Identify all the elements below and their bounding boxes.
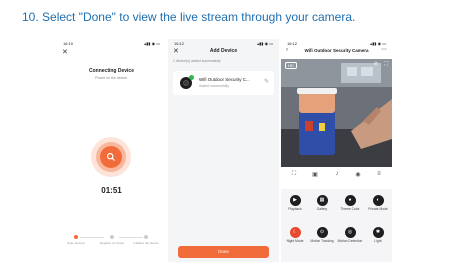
close-icon[interactable]: ✕ [62,48,68,56]
feature-motion-detection[interactable]: ◎ Motion Detection [337,227,363,244]
step-dot [74,235,78,239]
countdown-timer: 01:51 [101,186,122,195]
feature-label: Motion Detection [337,239,363,243]
feature-label: Theme Color [340,207,360,211]
playback-icon: ▶ [289,195,301,206]
status-bar: 16:12 ▴▮▮ ◉ ▭ [287,41,386,47]
step-label: Register on Cloud [99,241,124,245]
step-label: Initialize the device [133,241,159,245]
gallery-icon: ▦ [316,195,328,206]
palette-icon: ● [344,195,356,206]
feature-motion-tracking[interactable]: ⊙ Motion Tracking [309,227,335,244]
feature-label: Motion Tracking [310,239,334,243]
device-card[interactable]: Wifi Outdoor Security C... Added success… [173,71,274,95]
night-mode-icon: ☾ [289,227,301,238]
feature-label: Night Mode [286,239,304,243]
more-icon[interactable]: ⋯ [381,46,387,53]
step-label: Scan devices [67,241,85,245]
feature-night-mode[interactable]: ☾ Night Mode [282,227,308,244]
feature-private-mode[interactable]: ◐ Private Mode [365,195,391,212]
feature-playback[interactable]: ▶ Playback [282,195,308,212]
feature-grid: ▶ Playback ▦ Gallery ● Theme Color ◐ Pri… [281,189,392,262]
feature-label: Private Mode [368,207,388,211]
video-frame-image [281,59,392,167]
added-count-text: 1 device(s) added successfully [173,59,221,63]
feature-label: Gallery [316,207,328,211]
fullscreen-icon[interactable]: ⛶ [384,61,388,67]
status-bar: 16:12 ▴▮▮ ◉ ▭ [174,41,273,47]
instruction-title: 10. Select "Done" to view the live strea… [22,10,356,24]
motion-detection-icon: ◎ [344,227,356,238]
hd-badge[interactable]: HD [285,62,297,69]
step-scan: Scan devices [63,235,89,245]
record-icon[interactable]: ◉ [351,171,365,178]
feature-theme-color[interactable]: ● Theme Color [337,195,363,212]
settings-icon[interactable]: ≡ [372,171,386,177]
device-status: Added successfully [199,84,229,88]
connecting-subtitle: Power on the device. [95,76,128,80]
step-dot [110,235,114,239]
live-video-feed[interactable]: HD ⊘ ⛶ [281,59,392,167]
status-bar: 16:10 ▴▮▮ ◉ ▭ [63,41,160,47]
connecting-device-screen: 16:10 ▴▮▮ ◉ ▭ ✕ Connecting Device Power … [57,39,166,262]
camera-lens [183,80,189,86]
connecting-title: Connecting Device [88,68,134,74]
add-device-title: Add Device [209,48,238,54]
status-time: 16:12 [287,41,298,46]
expand-icon[interactable]: ⛶ [287,171,301,178]
camera-title: Wifi Outdoor Security Camera [304,48,369,53]
status-time: 16:10 [63,41,74,46]
add-device-screen: 16:12 ▴▮▮ ◉ ▭ ✕ Add Device 1 device(s) a… [168,39,279,262]
motion-tracking-icon: ⊙ [316,227,328,238]
step-dot [144,235,148,239]
light-icon: ✱ [372,227,384,238]
private-mode-icon: ◐ [372,195,384,206]
video-control-bar: ⛶ ▣ ♪ ◉ ≡ [281,171,392,185]
status-icons: ▴▮▮ ◉ ▭ [257,41,273,46]
step-register: Register on Cloud [99,235,125,245]
step-initialize: Initialize the device [133,235,159,245]
mute-icon[interactable]: ⊘ [374,61,378,67]
device-name: Wifi Outdoor Security C... [199,77,250,82]
success-check-icon [189,75,194,80]
status-time: 16:12 [174,41,185,46]
microphone-icon[interactable]: ♪ [330,171,344,177]
feature-gallery[interactable]: ▦ Gallery [309,195,335,212]
progress-steps: Scan devices Register on Cloud Initializ… [63,235,160,253]
feature-light[interactable]: ✱ Light [365,227,391,244]
edit-icon[interactable]: ✎ [264,78,269,85]
feature-label: Playback [288,207,302,211]
search-icon [106,152,115,161]
live-stream-screen: 16:12 ▴▮▮ ◉ ▭ ‹ Wifi Outdoor Security Ca… [281,39,392,262]
feature-label: Light [374,239,382,243]
screenshot-icon[interactable]: ▣ [308,171,322,178]
status-icons: ▴▮▮ ◉ ▭ [144,41,160,46]
done-button[interactable]: Done [178,246,269,258]
